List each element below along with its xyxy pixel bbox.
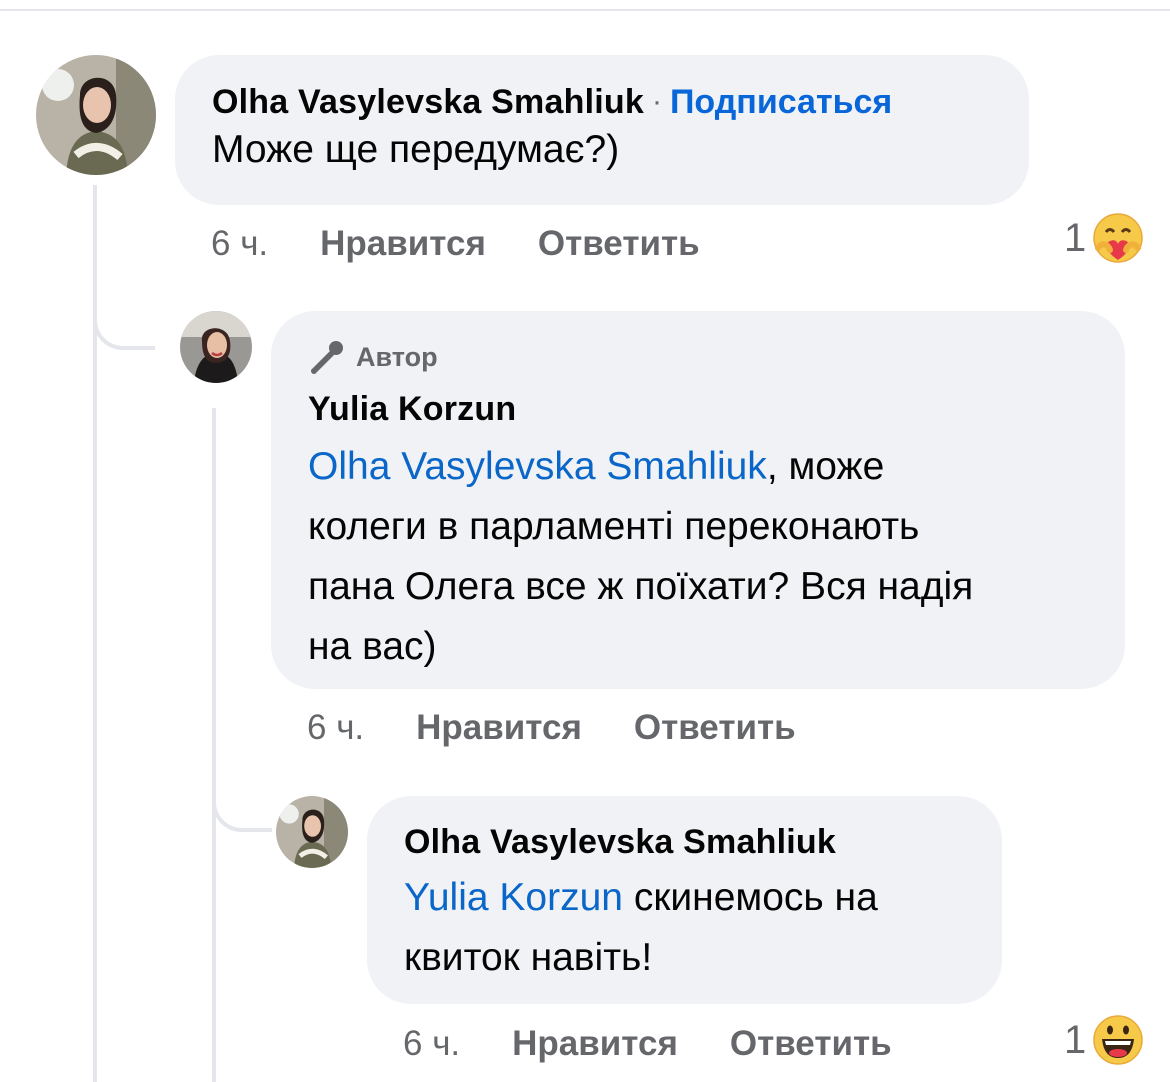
text-line-4: на вас) (308, 625, 437, 668)
care-reaction-icon (1092, 212, 1144, 264)
thread-connector-reply-2 (212, 770, 272, 832)
reply-button[interactable]: Ответить (538, 224, 700, 264)
comment-bubble-2: Автор Yulia Korzun Olha Vasylevska Smahl… (271, 311, 1125, 689)
avatar-olha[interactable] (36, 55, 156, 175)
comment-timestamp[interactable]: 6 ч. (403, 1024, 460, 1064)
comment-actions-3: 6 ч. Нравится Ответить (403, 1022, 892, 1066)
comment-timestamp[interactable]: 6 ч. (307, 708, 364, 748)
reply-button[interactable]: Ответить (730, 1024, 892, 1064)
microphone-icon (308, 339, 348, 375)
subscribe-button[interactable]: Подписаться (670, 83, 892, 122)
mention-link[interactable]: Yulia Korzun (404, 876, 623, 919)
comment-author[interactable]: Yulia Korzun (308, 387, 1088, 431)
text-line-2: колеги в парламенті переконають (308, 505, 920, 548)
like-button[interactable]: Нравится (512, 1024, 678, 1064)
avatar-olha[interactable] (276, 796, 348, 868)
comment-actions-2: 6 ч. Нравится Ответить (307, 706, 796, 750)
author-badge-label: Автор (356, 341, 438, 372)
top-divider (0, 9, 1170, 11)
avatar-yulia[interactable] (180, 311, 252, 383)
comment-bubble-3: Olha Vasylevska Smahliuk Yulia Korzun ск… (367, 796, 1002, 1004)
comment-author[interactable]: Olha Vasylevska Smahliuk (404, 820, 965, 864)
comment-text: Olha Vasylevska Smahliuk, може колеги в … (308, 437, 1088, 677)
comment-actions-1: 6 ч. Нравится Ответить (211, 222, 700, 266)
reaction-count: 1 (1064, 215, 1087, 260)
thread-line-nested (212, 408, 216, 1082)
comment-author[interactable]: Olha Vasylevska Smahliuk (212, 83, 644, 122)
text-fragment: , може (766, 445, 885, 488)
like-button[interactable]: Нравится (320, 224, 486, 264)
text-fragment: скинемось на (622, 876, 878, 919)
reaction-summary-3[interactable]: 1 (1064, 1014, 1144, 1066)
separator-dot: · (651, 85, 662, 118)
comment-bubble-1: Olha Vasylevska Smahliuk · Подписаться М… (175, 55, 1029, 205)
reply-button[interactable]: Ответить (634, 708, 796, 748)
text-line-2: квиток навіть! (404, 936, 653, 979)
comment-timestamp[interactable]: 6 ч. (211, 224, 268, 264)
comment-text: Може ще передумає?) (212, 128, 620, 171)
comment-text: Yulia Korzun скинемось на квиток навіть! (404, 868, 965, 988)
author-badge: Автор (308, 339, 1088, 375)
like-button[interactable]: Нравится (416, 708, 582, 748)
text-line-1: Yulia Korzun скинемось на (404, 868, 965, 928)
haha-reaction-icon (1092, 1014, 1144, 1066)
reaction-count: 1 (1064, 1017, 1087, 1062)
mention-link[interactable]: Olha Vasylevska Smahliuk (308, 445, 767, 488)
reaction-summary-1[interactable]: 1 (1064, 212, 1144, 264)
text-line-3: пана Олега все ж поїхати? Вся надія (308, 565, 974, 608)
text-line-1: Olha Vasylevska Smahliuk, може (308, 437, 1088, 497)
thread-connector-reply-1 (93, 290, 155, 350)
